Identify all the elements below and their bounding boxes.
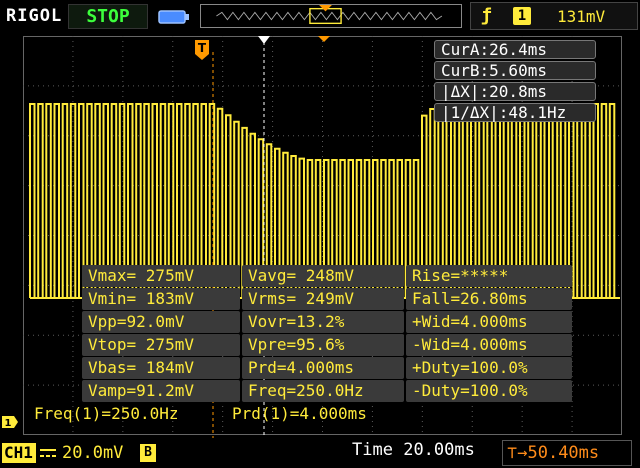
measurement-row: Vbas= 184mV Prd=4.000ms +Duty=100.0% (82, 357, 572, 379)
trigger-marker-arrow-icon (195, 54, 209, 60)
measurement-row: Vmin= 183mV Vrms= 249mV Fall=26.80ms (82, 288, 572, 310)
measurement-row: Vpp=92.0mV Vovr=13.2% +Wid=4.000ms (82, 311, 572, 333)
measurement-value: Freq=250.0Hz (242, 380, 404, 402)
measurement-row: Vamp=91.2mV Freq=250.0Hz -Duty=100.0% (82, 380, 572, 402)
measurement-row: Vmax= 275mV Vavg= 248mV Rise=***** (82, 265, 572, 287)
measurement-value: +Wid=4.000ms (406, 311, 572, 333)
measurement-value: -Wid=4.000ms (406, 334, 572, 356)
channel-1-badge[interactable]: CH1 (2, 443, 36, 463)
volts-per-div[interactable]: 20.0mV (62, 443, 123, 463)
cursor-a-readout: CurA:26.4ms (434, 40, 596, 59)
trigger-offset-readout[interactable]: ⊤→50.40ms (502, 440, 632, 466)
cursor-inverse-delta-readout: |1/ΔX|:48.1Hz (434, 103, 596, 122)
trigger-offset-value: 50.40ms (527, 443, 600, 463)
measurement-value: Rise=***** (406, 265, 572, 287)
measurement-row: Vtop= 275mV Vpre=95.6% -Wid=4.000ms (82, 334, 572, 356)
timebase-readout[interactable]: Time 20.00ms (352, 440, 475, 460)
cursor-readout-panel: CurA:26.4ms CurB:5.60ms |ΔX|:20.8ms |1/Δ… (434, 40, 596, 124)
measurement-value: Fall=26.80ms (406, 288, 572, 310)
measurement-value: Vavg= 248mV (242, 265, 404, 287)
measurement-value: Vovr=13.2% (242, 311, 404, 333)
measurement-table: Vmax= 275mV Vavg= 248mV Rise=***** Vmin=… (82, 265, 572, 403)
dc-coupling-icon (40, 449, 56, 457)
period-counter: Prd(1)=4.000ms (232, 404, 367, 423)
timebase-label: Time (352, 440, 393, 460)
center-time-marker-icon (258, 36, 270, 44)
measurement-value: Vbas= 184mV (82, 357, 240, 379)
ground-marker-label: 1 (5, 418, 12, 429)
measurement-value: Vmax= 275mV (82, 265, 240, 287)
measurement-value: Vpre=95.6% (242, 334, 404, 356)
measurement-value: -Duty=100.0% (406, 380, 572, 402)
cursor-b-readout: CurB:5.60ms (434, 61, 596, 80)
measurement-value: Prd=4.000ms (242, 357, 404, 379)
trigger-offset-icon: ⊤→ (507, 443, 528, 463)
frequency-counter: Freq(1)=250.0Hz (34, 404, 179, 423)
timebase-value: 20.00ms (403, 440, 475, 460)
cursor-delta-x-readout: |ΔX|:20.8ms (434, 82, 596, 101)
bandwidth-limit-badge: B (140, 444, 156, 462)
measurement-value: Vpp=92.0mV (82, 311, 240, 333)
measurement-value: Vtop= 275mV (82, 334, 240, 356)
measurement-value: Vrms= 249mV (242, 288, 404, 310)
trigger-marker-label: T (198, 41, 207, 55)
measurement-value: Vamp=91.2mV (82, 380, 240, 402)
measurement-value: Vmin= 183mV (82, 288, 240, 310)
trigger-position-arrow-icon (318, 36, 330, 42)
measurement-value: +Duty=100.0% (406, 357, 572, 379)
